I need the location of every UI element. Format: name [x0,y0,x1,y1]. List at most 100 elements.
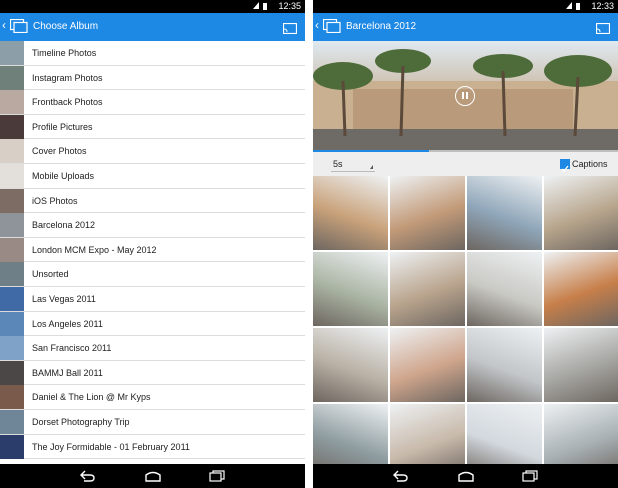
photo-thumbnail[interactable] [467,252,542,326]
photo-thumbnail[interactable] [544,404,618,464]
album-label: Barcelona 2012 [32,220,96,231]
album-thumbnail [0,90,24,115]
app-logo-icon[interactable] [322,18,341,38]
back-chevron-icon[interactable]: ‹ [315,19,319,31]
back-icon[interactable] [392,469,408,487]
album-thumbnail [0,434,24,459]
album-label: San Francisco 2011 [32,343,112,354]
app-logo-icon[interactable] [9,18,28,38]
album-thumbnail [0,385,24,410]
album-label: BAMMJ Ball 2011 [32,367,103,378]
photo-thumbnail[interactable] [467,404,542,464]
album-label: London MCM Expo - May 2012 [32,244,157,255]
album-thumbnail [0,41,24,65]
album-label: Daniel & The Lion @ Mr Kyps [32,392,151,403]
album-label: Frontback Photos [32,97,103,108]
album-label: Mobile Uploads [32,170,95,181]
album-thumbnail [0,409,24,434]
album-label: Unsorted [32,269,69,280]
album-list-item[interactable]: Frontback Photos [0,90,305,115]
photo-thumbnail[interactable] [544,252,618,326]
album-label: Timeline Photos [32,48,97,58]
status-time: 12:35 [278,1,301,11]
dropdown-caret-icon [370,165,373,169]
checkmark-icon [561,165,569,173]
album-list-item[interactable]: San Francisco 2011 [0,336,305,361]
photo-thumbnail[interactable] [390,404,465,464]
action-bar: ‹ Choose Album [0,13,305,41]
wifi-battery-icons [253,2,271,12]
album-list-item[interactable]: Dorset Photography Trip [0,409,305,435]
album-thumbnail [0,65,24,90]
cast-icon[interactable] [282,21,298,39]
album-thumbnail [0,311,24,336]
status-bar: 12:35 [0,0,305,13]
photo-thumbnail[interactable] [313,328,388,402]
wifi-battery-icons [566,2,584,12]
slideshow-photo[interactable] [313,41,618,150]
album-list-item[interactable]: Unsorted [0,262,305,287]
choose-album-screen: 12:35 ‹ Choose Album Timeline Photos Inst… [0,0,305,488]
album-thumbnail [0,163,24,188]
album-label: Los Angeles 2011 [32,318,103,329]
back-icon[interactable] [79,469,95,487]
photo-grid [313,176,618,464]
album-list-item[interactable]: London MCM Expo - May 2012 [0,237,305,263]
album-list-item[interactable]: Barcelona 2012 [0,213,305,238]
album-list-item[interactable]: Los Angeles 2011 [0,311,305,337]
back-chevron-icon[interactable]: ‹ [2,19,6,31]
album-list-item[interactable]: Las Vegas 2011 [0,286,305,312]
photo-thumbnail[interactable] [467,328,542,402]
photo-thumbnail[interactable] [313,404,388,464]
recent-apps-icon[interactable] [522,469,538,487]
album-list-item[interactable]: Profile Pictures [0,114,305,140]
album-list-item[interactable]: Timeline Photos [0,41,305,66]
album-label: iOS Photos [32,195,78,206]
photo-thumbnail[interactable] [390,328,465,402]
album-thumbnail [0,262,24,287]
album-label: The Joy Formidable - 01 February 2011 [32,441,190,452]
album-label: Profile Pictures [32,121,93,132]
album-thumbnail [0,213,24,238]
photo-thumbnail[interactable] [313,252,388,326]
album-thumbnail [0,139,24,164]
captions-label[interactable]: Captions [572,159,608,169]
photo-thumbnail[interactable] [544,176,618,250]
photo-thumbnail[interactable] [313,176,388,250]
album-list-item[interactable]: Daniel & The Lion @ Mr Kyps [0,385,305,410]
album-list-item[interactable]: Mobile Uploads [0,163,305,189]
album-thumbnail [0,114,24,139]
interval-select[interactable]: 5s [333,159,343,169]
home-icon[interactable] [144,469,162,487]
slideshow-controls: 5s Captions [313,152,618,176]
status-bar: 12:33 [313,0,618,13]
captions-checkbox[interactable] [560,159,570,173]
status-time: 12:33 [591,1,614,11]
screen-divider [305,0,313,488]
album-slideshow-screen: 12:33 ‹ Barcelona 2012 5s Captions [313,0,618,488]
album-thumbnail [0,336,24,361]
cast-icon[interactable] [595,21,611,39]
album-list-item[interactable]: The Joy Formidable - 01 February 2011 [0,434,305,460]
home-icon[interactable] [457,469,475,487]
album-list: Timeline Photos Instagram Photos Frontback… [0,41,305,464]
album-thumbnail [0,360,24,385]
pause-button[interactable] [455,86,475,106]
interval-underline [331,171,375,172]
album-thumbnail [0,188,24,213]
album-label: Instagram Photos [32,72,103,83]
page-title: Barcelona 2012 [346,21,417,32]
photo-thumbnail[interactable] [390,252,465,326]
action-bar: ‹ Barcelona 2012 [313,13,618,41]
photo-thumbnail[interactable] [390,176,465,250]
album-thumbnail [0,286,24,311]
page-title: Choose Album [33,21,99,32]
album-list-item[interactable]: Cover Photos [0,139,305,164]
album-list-item[interactable]: Instagram Photos [0,65,305,91]
photo-thumbnail[interactable] [467,176,542,250]
album-label: Dorset Photography Trip [32,416,130,427]
photo-thumbnail[interactable] [544,328,618,402]
album-list-item[interactable]: BAMMJ Ball 2011 [0,360,305,386]
recent-apps-icon[interactable] [209,469,225,487]
album-list-item[interactable]: iOS Photos [0,188,305,214]
